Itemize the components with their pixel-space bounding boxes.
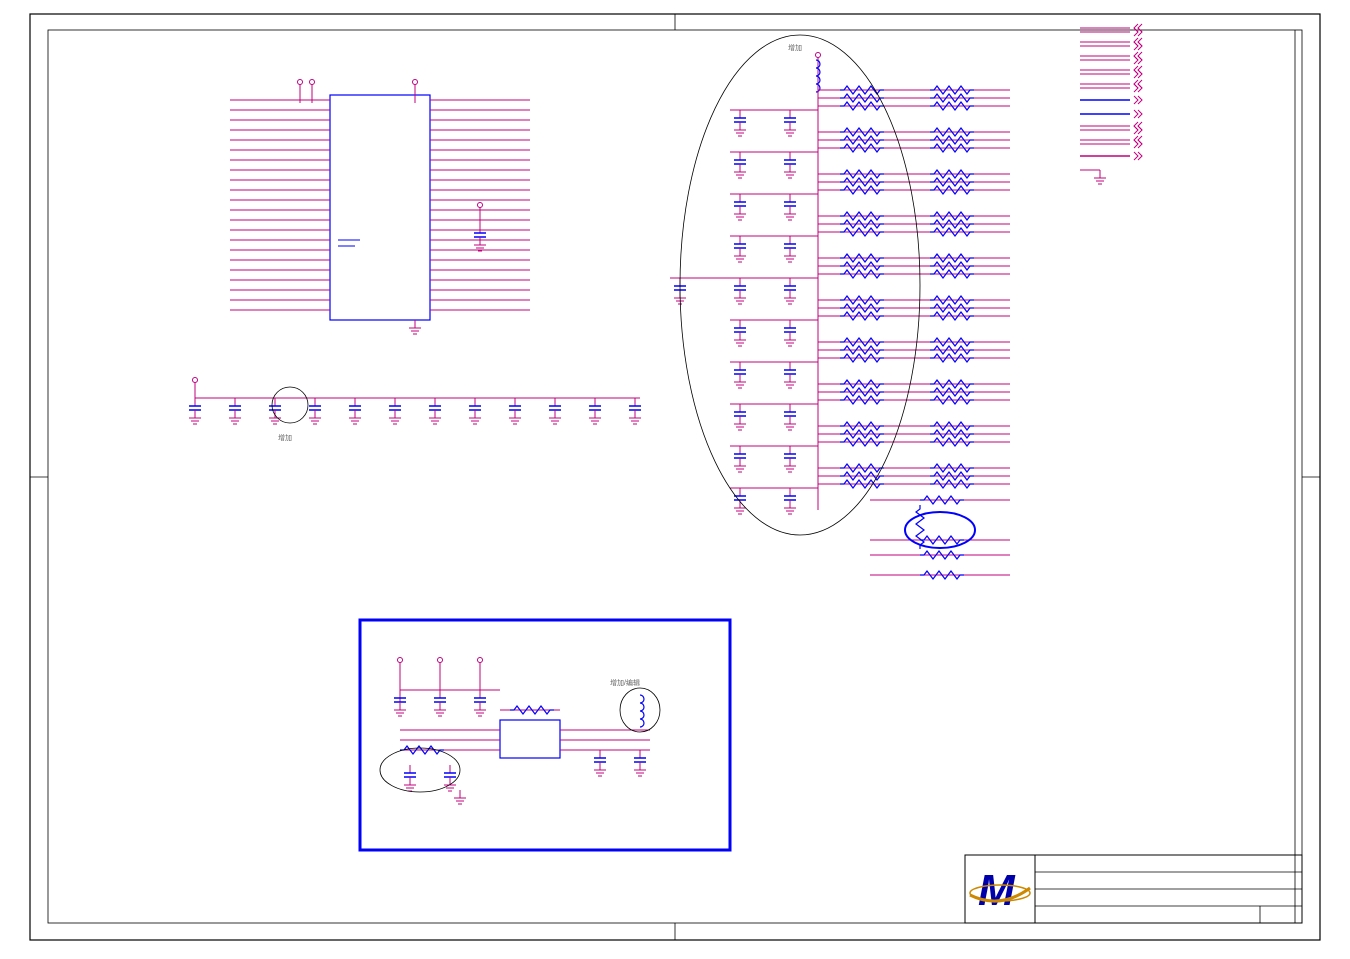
title-block: M xyxy=(965,855,1302,923)
reg-annotation: 增加/编辑 xyxy=(610,678,640,687)
rnet-label: 增加 xyxy=(788,43,802,52)
regulator-box xyxy=(360,620,730,850)
ic-block xyxy=(230,80,530,335)
frame-outer xyxy=(30,14,1320,940)
logo-m: M xyxy=(978,866,1016,915)
legend xyxy=(1080,24,1142,184)
decap-row xyxy=(189,378,641,425)
resistor-extra xyxy=(870,496,1010,579)
resistor-network xyxy=(670,53,1010,515)
schematic-canvas: 增加 增加 xyxy=(0,0,1350,954)
frame-inner xyxy=(48,30,1302,923)
cap-added-marker xyxy=(272,387,308,423)
cap-added-label: 增加 xyxy=(278,433,292,442)
regulator-circuit: 增加/编辑 xyxy=(380,658,660,805)
